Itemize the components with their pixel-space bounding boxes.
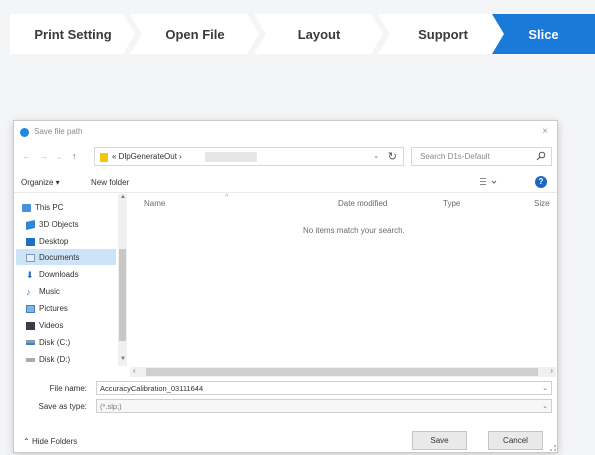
view-options-icon[interactable]: [480, 177, 498, 187]
nav-item-downloads[interactable]: ⬇ Downloads: [26, 267, 79, 282]
disk-c-icon: [26, 340, 35, 345]
scroll-right-icon[interactable]: ›: [550, 366, 553, 375]
save-type-label: Save as type:: [38, 402, 87, 411]
address-path: « DlpGenerateOut ›: [112, 152, 182, 161]
column-date-modified[interactable]: Date modified: [338, 199, 387, 208]
column-size[interactable]: Size: [534, 199, 550, 208]
nav-item-label: 3D Objects: [39, 220, 79, 229]
dialog-toolbar: Organize ▾ New folder ?: [14, 173, 557, 193]
save-type-row: Save as type: (*.slp;) ⌄: [14, 399, 557, 413]
address-redacted: [205, 152, 257, 162]
nav-item-disk-d[interactable]: Disk (D:): [26, 352, 70, 367]
nav-item-label: Videos: [39, 321, 64, 330]
music-icon: ♪: [26, 286, 31, 297]
step-support[interactable]: Support: [378, 14, 508, 54]
refresh-icon[interactable]: ↻: [388, 150, 397, 163]
step-open-file[interactable]: Open File: [130, 14, 260, 54]
file-list[interactable]: ^ Name Date modified Type Size No items …: [128, 194, 559, 374]
forward-arrow-icon[interactable]: →: [39, 151, 48, 161]
chevron-down-icon[interactable]: ⌄: [542, 402, 548, 410]
nav-scrollbar[interactable]: [118, 194, 127, 366]
column-name[interactable]: Name: [144, 199, 165, 208]
empty-message: No items match your search.: [303, 226, 405, 235]
navigation-pane: This PC 3D Objects Desktop Documents ⬇ D…: [14, 194, 128, 394]
desktop-icon: [26, 237, 35, 246]
step-label: Support: [418, 26, 468, 42]
back-arrow-icon[interactable]: ←: [22, 151, 31, 161]
nav-item-music[interactable]: ♪ Music: [26, 284, 60, 299]
step-label: Layout: [297, 26, 341, 42]
save-file-dialog: Save file path × ← → ⌄ ↑ « DlpGenerateOu…: [13, 120, 558, 453]
step-label: Open File: [165, 26, 225, 42]
sort-caret-icon: ^: [225, 194, 229, 201]
file-name-input[interactable]: AccuracyCalibration_03111644 ⌄: [96, 381, 552, 395]
address-bar[interactable]: « DlpGenerateOut › ⌄ ↻: [94, 147, 404, 166]
new-folder-button[interactable]: New folder: [91, 178, 129, 187]
nav-item-label: This PC: [35, 203, 64, 212]
step-bar: Print Setting Open File Layout Support S…: [10, 14, 595, 54]
3d-objects-icon: [26, 219, 35, 230]
nav-item-3d-objects[interactable]: 3D Objects: [26, 217, 79, 232]
nav-item-label: Documents: [39, 253, 80, 262]
chevron-down-icon[interactable]: ⌄: [542, 384, 548, 392]
close-icon[interactable]: ×: [542, 126, 548, 137]
organize-menu[interactable]: Organize ▾: [21, 178, 60, 187]
file-name-value: AccuracyCalibration_03111644: [100, 384, 204, 393]
file-name-label: File name:: [49, 384, 87, 393]
scroll-up-icon[interactable]: ▲: [120, 194, 126, 200]
file-name-row: File name: AccuracyCalibration_03111644 …: [14, 381, 557, 395]
save-button[interactable]: Save: [412, 431, 467, 450]
scroll-down-icon[interactable]: ▼: [120, 356, 126, 362]
nav-item-label: Disk (C:): [39, 338, 71, 347]
nav-item-pictures[interactable]: Pictures: [26, 301, 68, 316]
step-label: Slice: [528, 26, 559, 42]
cancel-button[interactable]: Cancel: [488, 431, 543, 450]
dialog-title: Save file path: [34, 127, 83, 136]
save-type-value: (*.slp;): [100, 402, 122, 411]
nav-item-label: Desktop: [39, 237, 69, 246]
step-slice[interactable]: Slice: [492, 14, 595, 54]
step-print-setting[interactable]: Print Setting: [10, 14, 136, 54]
nav-item-videos[interactable]: Videos: [26, 318, 63, 333]
videos-icon: [26, 321, 35, 330]
pictures-icon: [26, 304, 35, 313]
search-input[interactable]: Search D1s-Default: [411, 147, 552, 166]
recent-dropdown-icon[interactable]: ⌄: [56, 153, 62, 161]
search-placeholder: Search D1s-Default: [420, 152, 490, 161]
hide-folders-label: Hide Folders: [31, 437, 78, 446]
horizontal-scrollbar[interactable]: ‹ ›: [130, 366, 556, 377]
nav-item-label: Pictures: [39, 304, 68, 313]
folder-icon: [100, 153, 108, 162]
up-arrow-icon[interactable]: ↑: [72, 151, 77, 161]
disk-d-icon: [26, 357, 35, 362]
help-icon[interactable]: ?: [535, 176, 547, 188]
horizontal-scrollbar-thumb[interactable]: [146, 368, 538, 376]
dialog-titlebar: Save file path ×: [14, 121, 557, 145]
nav-item-label: Disk (D:): [39, 355, 71, 364]
hide-folders-toggle[interactable]: ⌃ Hide Folders: [23, 437, 77, 446]
downloads-icon: ⬇: [26, 269, 34, 280]
scroll-left-icon[interactable]: ‹: [133, 366, 136, 375]
nav-scrollbar-thumb[interactable]: [119, 249, 126, 341]
app-icon: [20, 128, 29, 137]
search-icon: [536, 151, 546, 161]
address-row: ← → ⌄ ↑ « DlpGenerateOut › ⌄ ↻ Search D1…: [14, 145, 557, 169]
save-type-select[interactable]: (*.slp;) ⌄: [96, 399, 552, 413]
nav-item-desktop[interactable]: Desktop: [26, 234, 68, 249]
this-pc-icon: [22, 203, 31, 212]
nav-item-disk-c[interactable]: Disk (C:): [26, 335, 70, 350]
chevron-down-icon[interactable]: ⌄: [373, 152, 379, 160]
documents-icon: [26, 253, 35, 262]
column-type[interactable]: Type: [443, 199, 460, 208]
nav-item-documents[interactable]: Documents: [26, 250, 79, 265]
step-layout[interactable]: Layout: [254, 14, 384, 54]
resize-grip-icon[interactable]: [550, 445, 556, 451]
step-label: Print Setting: [34, 26, 112, 42]
nav-item-label: Music: [39, 287, 60, 296]
nav-item-label: Downloads: [39, 270, 79, 279]
chevron-up-icon: ⌃: [23, 437, 30, 446]
nav-item-this-pc[interactable]: This PC: [22, 200, 63, 215]
